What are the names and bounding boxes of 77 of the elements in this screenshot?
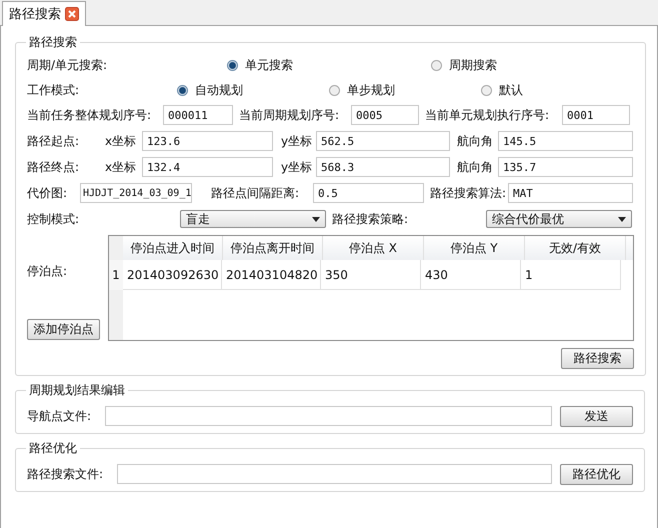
radio-option[interactable]: 自动规划	[177, 82, 329, 98]
file-field[interactable]	[105, 406, 552, 426]
field-label: x坐标	[105, 132, 138, 150]
optimize-button[interactable]: 路径优化	[560, 464, 633, 484]
text-field[interactable]: 0001	[562, 105, 630, 125]
radio-icon[interactable]	[481, 84, 492, 96]
radio-label: 默认	[499, 82, 523, 98]
field-label: 周期/单元搜索:	[27, 56, 108, 74]
field-label: x坐标	[105, 158, 138, 176]
field-label: 当前任务整体规划序号:	[27, 106, 152, 124]
table-cell: 350	[321, 260, 421, 290]
caret-icon	[312, 216, 320, 222]
field-label: 路径搜索算法:	[430, 184, 508, 202]
field-label: 航向角	[457, 132, 494, 150]
text-field[interactable]: HJDJT_2014_03_09_1	[80, 183, 192, 203]
field-label: 导航点文件:	[27, 408, 92, 424]
field-label: 代价图:	[27, 184, 68, 202]
row-header-strip	[109, 290, 123, 340]
field-label: 当前单元规划执行序号:	[425, 106, 550, 124]
add-stop-button[interactable]: 添加停泊点	[27, 319, 100, 340]
field-label: 工作模式:	[27, 82, 80, 98]
text-field[interactable]: 132.4	[142, 157, 273, 177]
table-cell: 430	[421, 260, 521, 290]
header-corner	[109, 236, 123, 260]
field-label: 停泊点:	[27, 263, 68, 280]
file-field[interactable]	[117, 464, 552, 484]
radio-label: 自动规划	[195, 82, 243, 98]
text-field[interactable]: 123.6	[142, 131, 273, 151]
field-label: y坐标	[281, 132, 314, 150]
radio-option[interactable]: 单元搜索	[227, 56, 431, 74]
tab-label: 路径搜索	[9, 6, 61, 23]
radio-option[interactable]: 单步规划	[329, 82, 481, 98]
text-field[interactable]: 0005	[351, 105, 419, 125]
text-field[interactable]: 562.5	[316, 131, 450, 151]
radio-icon[interactable]	[227, 60, 238, 70]
text-field[interactable]: 145.5	[498, 131, 633, 151]
dropdown[interactable]: 综合代价最优	[486, 210, 632, 228]
group-title: 路径搜索	[28, 34, 78, 51]
send-button[interactable]: 发送	[560, 406, 633, 426]
column-header[interactable]: 无效/有效	[525, 236, 626, 260]
text-field[interactable]: 000011	[163, 105, 233, 125]
field-label: 控制模式:	[27, 210, 80, 228]
close-icon[interactable]	[65, 7, 79, 21]
text-field[interactable]: 568.3	[316, 157, 450, 177]
radio-icon[interactable]	[431, 60, 442, 70]
search-button[interactable]: 路径搜索	[561, 348, 634, 368]
column-header[interactable]: 停泊点离开时间	[223, 236, 323, 260]
column-header[interactable]: 停泊点 Y	[424, 236, 525, 260]
radio-option[interactable]: 周期搜索	[431, 56, 635, 74]
group-title: 周期规划结果编辑	[28, 382, 126, 399]
table-cell: 1	[521, 260, 621, 290]
field-label: 路径搜索文件:	[27, 466, 104, 482]
tab[interactable]: 路径搜索	[2, 1, 86, 26]
dropdown[interactable]: 盲走	[180, 210, 326, 228]
field-label: 路径终点:	[27, 158, 80, 176]
radio-label: 周期搜索	[449, 56, 497, 74]
group-title: 路径优化	[28, 440, 78, 457]
column-header[interactable]: 停泊点 X	[323, 236, 424, 260]
radio-icon[interactable]	[329, 84, 340, 96]
radio-icon[interactable]	[177, 84, 188, 96]
field-label: 路径起点:	[27, 132, 80, 150]
field-label: 当前周期规划序号:	[239, 106, 340, 124]
column-header[interactable]: 停泊点进入时间	[123, 236, 223, 260]
text-field[interactable]: MAT	[508, 183, 633, 203]
caret-icon	[618, 216, 626, 222]
row-number: 1	[109, 260, 123, 290]
radio-option[interactable]: 默认	[481, 82, 633, 98]
field-label: 路径点间隔距离:	[211, 184, 300, 202]
text-field[interactable]: 0.5	[313, 183, 424, 203]
radio-label: 单步规划	[347, 82, 395, 98]
radio-label: 单元搜索	[245, 56, 293, 74]
field-label: y坐标	[281, 158, 314, 176]
table-cell: 201403092630	[123, 260, 222, 290]
field-label: 航向角	[457, 158, 494, 176]
field-label: 路径搜索策略:	[332, 210, 410, 228]
table-cell: 201403104820	[222, 260, 321, 290]
text-field[interactable]: 135.7	[498, 157, 633, 177]
